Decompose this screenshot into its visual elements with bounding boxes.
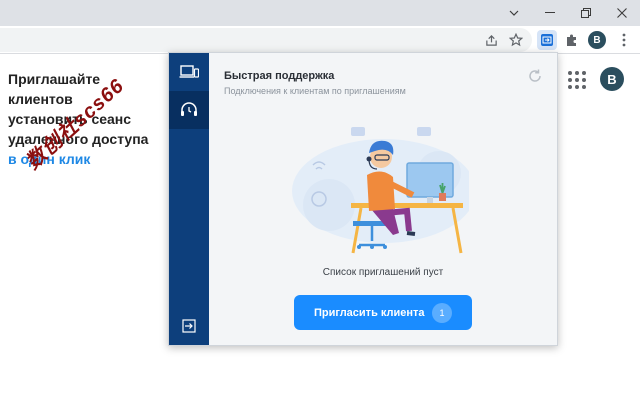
title-bar xyxy=(0,0,640,26)
star-icon xyxy=(509,33,523,47)
remote-access-extension-button[interactable] xyxy=(537,30,557,50)
apps-dot xyxy=(582,71,586,75)
refresh-icon xyxy=(529,69,541,82)
chevron-down-icon xyxy=(509,10,519,16)
refresh-button[interactable] xyxy=(527,68,543,84)
support-agent-illustration xyxy=(292,127,469,254)
share-button[interactable] xyxy=(481,30,501,50)
apps-dot xyxy=(568,71,572,75)
minimize-icon xyxy=(545,12,555,13)
browser-toolbar: B xyxy=(0,26,640,54)
rail-item-quick-support[interactable] xyxy=(169,91,209,129)
restore-icon xyxy=(581,8,591,18)
rail-item-devices[interactable] xyxy=(169,53,209,91)
quick-support-panel: Быстрая поддержка Подключения к клиентам… xyxy=(209,53,557,345)
close-icon xyxy=(617,8,627,18)
apps-dot xyxy=(575,71,579,75)
panel-title: Быстрая поддержка xyxy=(224,70,335,82)
empty-invitations-text: Список приглашений пуст xyxy=(322,267,444,278)
minimize-button[interactable] xyxy=(532,0,568,26)
invite-button-label: Пригласить клиента xyxy=(314,306,425,319)
logout-icon xyxy=(182,319,196,333)
extensions-button[interactable] xyxy=(562,30,582,50)
restore-button[interactable] xyxy=(568,0,604,26)
apps-dot xyxy=(568,78,572,82)
invite-count-badge: 1 xyxy=(432,303,452,323)
apps-dot xyxy=(568,85,572,89)
apps-dot xyxy=(575,85,579,89)
close-window-button[interactable] xyxy=(604,0,640,26)
apps-grid-button[interactable] xyxy=(566,69,586,89)
puzzle-extensions-icon xyxy=(567,34,576,46)
chrome-menu-button[interactable] xyxy=(614,30,634,50)
tab-search-button[interactable] xyxy=(496,0,532,26)
remote-access-extension-icon xyxy=(541,34,553,46)
share-icon xyxy=(485,34,497,46)
support-headset-icon xyxy=(181,102,197,116)
address-bar[interactable] xyxy=(0,28,532,52)
devices-icon xyxy=(179,65,199,78)
apps-dot xyxy=(582,78,586,82)
browser-window: B Приглашайте клиентов установить сеанс … xyxy=(0,0,640,400)
popup-sidebar xyxy=(169,53,209,345)
page-account-avatar[interactable]: B xyxy=(600,67,624,91)
apps-dot xyxy=(575,78,579,82)
apps-dot xyxy=(582,85,586,89)
extension-popup: Быстрая поддержка Подключения к клиентам… xyxy=(168,52,558,346)
profile-avatar-button[interactable]: B xyxy=(588,31,606,49)
invite-client-button[interactable]: Пригласить клиента 1 xyxy=(294,295,472,330)
rail-item-logout[interactable] xyxy=(169,307,209,345)
bookmark-star-button[interactable] xyxy=(506,30,526,50)
more-vert-icon xyxy=(622,33,626,47)
panel-subtitle: Подключения к клиентам по приглашениям xyxy=(224,86,406,96)
